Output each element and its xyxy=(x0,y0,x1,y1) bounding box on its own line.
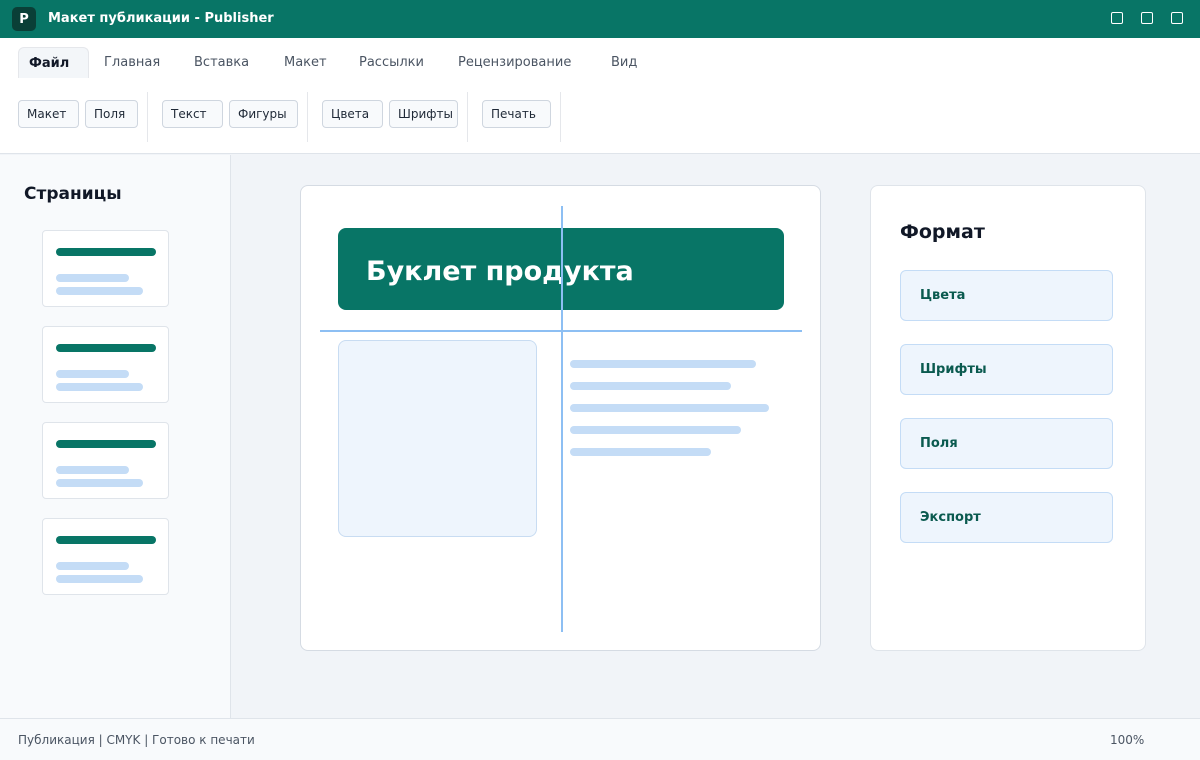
fonts-button[interactable]: Шрифты xyxy=(389,100,458,128)
margins-button[interactable]: Поля xyxy=(85,100,138,128)
status-text: Публикация | CMYK | Готово к печати xyxy=(18,733,255,747)
heading-text[interactable]: Буклет продукта xyxy=(366,256,634,287)
tab-file[interactable]: Файл xyxy=(18,47,89,78)
close-icon[interactable] xyxy=(1171,12,1183,24)
page-thumbnail[interactable] xyxy=(42,326,169,403)
zoom-level[interactable]: 100% xyxy=(1110,733,1144,747)
format-panel-title: Формат xyxy=(900,221,985,243)
tab-view[interactable]: Вид xyxy=(611,47,637,78)
ribbon-toolbar: Макет Поля Текст Фигуры Цвета Шрифты Печ… xyxy=(0,88,1200,154)
format-panel: Формат Цвета Шрифты Поля Экспорт xyxy=(870,185,1146,651)
ribbon-divider xyxy=(467,92,468,142)
ribbon-tabs: Файл Главная Вставка Макет Рассылки Реце… xyxy=(0,38,1200,88)
page-thumbnail[interactable] xyxy=(42,230,169,307)
publication-page[interactable]: Буклет продукта xyxy=(300,185,821,651)
layout-button[interactable]: Макет xyxy=(18,100,79,128)
format-export-button[interactable]: Экспорт xyxy=(900,492,1113,543)
tab-layout[interactable]: Макет xyxy=(284,47,327,78)
page-thumbnail[interactable] xyxy=(42,518,169,595)
format-colors-button[interactable]: Цвета xyxy=(900,270,1113,321)
text-line xyxy=(570,448,711,456)
text-line xyxy=(570,360,756,368)
title-bar: P Макет публикации - Publisher xyxy=(0,0,1200,38)
text-line xyxy=(570,382,731,390)
tab-mailings[interactable]: Рассылки xyxy=(359,47,424,78)
pages-panel-title: Страницы xyxy=(24,184,122,204)
image-placeholder[interactable] xyxy=(338,340,537,537)
tab-home[interactable]: Главная xyxy=(104,47,160,78)
pages-panel: Страницы xyxy=(0,155,231,718)
page-thumbnail[interactable] xyxy=(42,422,169,499)
text-button[interactable]: Текст xyxy=(162,100,223,128)
shapes-button[interactable]: Фигуры xyxy=(229,100,298,128)
horizontal-guide[interactable] xyxy=(320,330,802,332)
ribbon-divider xyxy=(147,92,148,142)
maximize-icon[interactable] xyxy=(1141,12,1153,24)
format-fonts-button[interactable]: Шрифты xyxy=(900,344,1113,395)
print-button[interactable]: Печать xyxy=(482,100,551,128)
tab-review[interactable]: Рецензирование xyxy=(458,47,571,78)
ribbon-divider xyxy=(307,92,308,142)
status-bar: Публикация | CMYK | Готово к печати 100% xyxy=(0,718,1200,760)
text-line xyxy=(570,426,741,434)
app-logo: P xyxy=(12,7,36,31)
text-line xyxy=(570,404,769,412)
window-title: Макет публикации - Publisher xyxy=(48,11,274,26)
colors-button[interactable]: Цвета xyxy=(322,100,383,128)
minimize-icon[interactable] xyxy=(1111,12,1123,24)
format-margins-button[interactable]: Поля xyxy=(900,418,1113,469)
vertical-guide[interactable] xyxy=(561,206,563,632)
tab-insert[interactable]: Вставка xyxy=(194,47,249,78)
ribbon-divider xyxy=(560,92,561,142)
